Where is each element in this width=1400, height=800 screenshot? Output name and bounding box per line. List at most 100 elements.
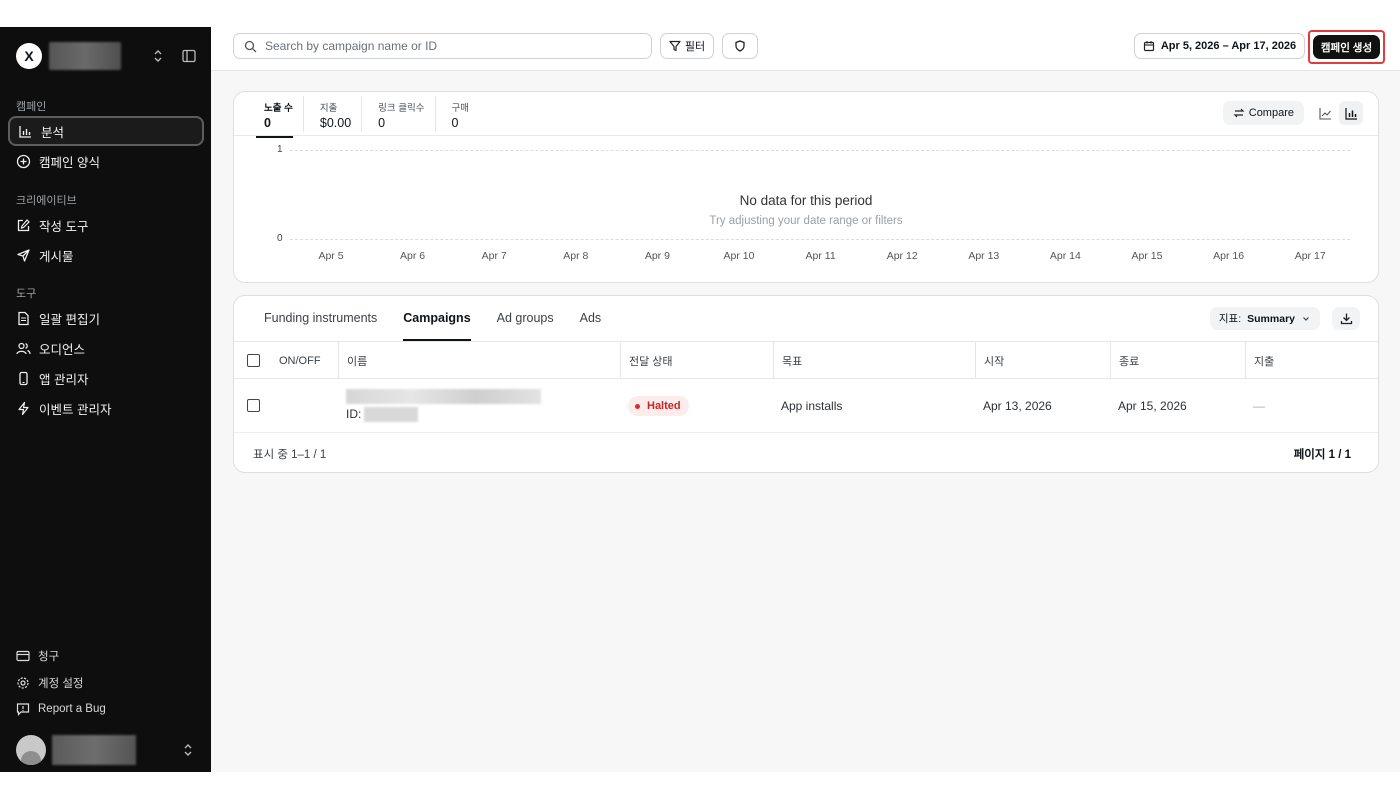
tab-ad-groups[interactable]: Ad groups [497, 296, 554, 341]
status-label: Halted [647, 400, 681, 412]
metric-label: 노출 수 [264, 103, 293, 114]
gear-icon [17, 677, 29, 689]
download-button[interactable] [1332, 307, 1360, 330]
tab-ads[interactable]: Ads [580, 296, 602, 341]
table-row[interactable]: ID: Halted App installs Apr 13, 2026 Apr… [234, 379, 1378, 433]
sidebar-item-label: 작성 도구 [39, 219, 89, 234]
metric-tab-link-clicks[interactable]: 링크 클릭수 0 [370, 96, 436, 132]
column-header-objective[interactable]: 목표 [773, 342, 975, 379]
entity-tabs: Funding instruments Campaigns Ad groups … [264, 296, 627, 341]
compare-arrows-icon [1233, 108, 1245, 118]
bar-chart-icon [19, 125, 31, 138]
x-tick-label: Apr 11 [805, 250, 836, 262]
search-input[interactable] [265, 39, 635, 53]
spend-cell: — [1253, 399, 1265, 413]
sidebar-item-app-manager[interactable]: 앱 관리자 [8, 363, 204, 393]
column-header-delivery-status[interactable]: 전달 상태 [620, 342, 773, 379]
date-range-picker[interactable]: Apr 5, 2026 – Apr 17, 2026 [1134, 33, 1305, 59]
x-tick-label: Apr 6 [400, 250, 426, 262]
sidebar-item-composer[interactable]: 작성 도구 [8, 210, 204, 240]
top-toolbar: 필터 Apr 5, 2026 – Apr 17, 2026 캠페인 생성 [211, 27, 1400, 71]
filter-icon [669, 40, 681, 52]
filter-button[interactable]: 필터 [660, 33, 714, 59]
x-logo-icon: X [16, 43, 42, 69]
line-chart-icon [1318, 107, 1331, 120]
gridline [290, 150, 1350, 151]
sidebar-footer-label: 청구 [38, 651, 60, 663]
sidebar-toggle-icon[interactable] [182, 49, 196, 63]
sidebar-item-analytics[interactable]: 분석 [8, 116, 204, 146]
sidebar-item-audiences[interactable]: 오디언스 [8, 333, 204, 363]
app-frame: X 캠페인 분석 캠페인 양식 크리에이티브 작성 도구 게시물 도구 일괄 편… [0, 27, 1400, 772]
main-content: 필터 Apr 5, 2026 – Apr 17, 2026 캠페인 생성 노출 … [211, 27, 1400, 772]
calendar-icon [1143, 41, 1154, 52]
x-tick-label: Apr 14 [1049, 250, 1081, 262]
create-campaign-button[interactable]: 캠페인 생성 [1313, 35, 1380, 59]
y-tick-label: 0 [277, 233, 283, 244]
row-checkbox[interactable] [247, 399, 260, 412]
search-box[interactable] [233, 33, 652, 59]
metric-tab-purchases[interactable]: 구매 0 [444, 96, 479, 132]
metric-tab-impressions[interactable]: 노출 수 0 [256, 96, 304, 138]
sidebar-item-label: 앱 관리자 [39, 372, 89, 387]
column-header-end[interactable]: 종료 [1110, 342, 1245, 379]
tab-campaigns[interactable]: Campaigns [403, 296, 472, 341]
document-icon [18, 311, 29, 325]
column-header-start[interactable]: 시작 [975, 342, 1110, 379]
x-tick-label: Apr 17 [1294, 250, 1326, 262]
campaign-name-redacted[interactable] [346, 389, 541, 404]
metric-label: 지출 [319, 103, 338, 114]
sidebar-item-billing[interactable]: 청구 [16, 648, 59, 664]
metric-value: 0 [264, 116, 271, 130]
tab-funding-instruments[interactable]: Funding instruments [264, 296, 377, 341]
chart-plot-area: No data for this period Try adjusting yo… [234, 135, 1378, 283]
metrics-dropdown-value: Summary [1247, 312, 1295, 325]
filter-label: 필터 [684, 41, 706, 53]
compare-label: Compare [1248, 107, 1294, 119]
chevron-updown-icon[interactable] [182, 743, 194, 757]
column-header-spend[interactable]: 지출 [1245, 342, 1378, 379]
x-tick-label: Apr 5 [318, 250, 344, 262]
users-icon [16, 342, 31, 354]
sidebar-item-posts[interactable]: 게시물 [8, 240, 204, 270]
chevron-updown-icon[interactable] [152, 49, 164, 63]
sidebar-item-account-settings[interactable]: 계정 설정 [16, 675, 84, 691]
metrics-dropdown[interactable]: 지표: Summary [1209, 307, 1320, 330]
shield-button[interactable] [722, 33, 758, 59]
user-menu[interactable] [16, 734, 197, 766]
sidebar-item-label: 게시물 [39, 249, 74, 264]
page-indicator: 페이지 1 / 1 [1293, 449, 1351, 461]
compare-button[interactable]: Compare [1222, 101, 1304, 125]
metric-tabs: 노출 수 0 지출 $0.00 링크 클릭수 0 구매 0 [256, 96, 487, 138]
metric-label: 링크 클릭수 [378, 103, 425, 114]
objective-cell: App installs [781, 399, 843, 413]
sidebar-item-event-manager[interactable]: 이벤트 관리자 [8, 393, 204, 423]
section-label-campaign: 캠페인 [16, 101, 47, 113]
metric-value: 0 [378, 116, 386, 130]
account-switcher[interactable]: X [16, 41, 197, 71]
x-tick-label: Apr 8 [563, 250, 589, 262]
line-chart-toggle[interactable] [1313, 101, 1337, 125]
sidebar-item-bulk-editor[interactable]: 일괄 편집기 [8, 303, 204, 333]
metric-tab-spend[interactable]: 지출 $0.00 [312, 96, 363, 132]
select-all-checkbox[interactable] [247, 354, 260, 367]
create-campaign-highlight: 캠페인 생성 [1308, 30, 1385, 64]
bar-chart-toggle[interactable] [1339, 101, 1363, 125]
status-dot-icon [635, 403, 640, 409]
sidebar-item-label: 이벤트 관리자 [39, 402, 112, 417]
column-header-name[interactable]: 이름 [338, 342, 620, 379]
phone-icon [19, 371, 28, 385]
user-name-redacted [52, 735, 136, 765]
x-tick-label: Apr 16 [1213, 250, 1245, 262]
sidebar-item-report-bug[interactable]: Report a Bug [16, 702, 106, 716]
avatar [16, 735, 46, 765]
sidebar-item-campaign-template[interactable]: 캠페인 양식 [8, 146, 204, 176]
y-tick-label: 1 [277, 144, 283, 155]
sidebar-footer-label: Report a Bug [38, 703, 106, 715]
gridline [290, 239, 1350, 240]
column-header-onoff[interactable]: ON/OFF [271, 342, 339, 379]
end-date-cell: Apr 15, 2026 [1118, 399, 1187, 413]
alert-icon [16, 703, 30, 716]
section-label-creative: 크리에이티브 [16, 195, 77, 207]
lightning-icon [18, 401, 29, 415]
